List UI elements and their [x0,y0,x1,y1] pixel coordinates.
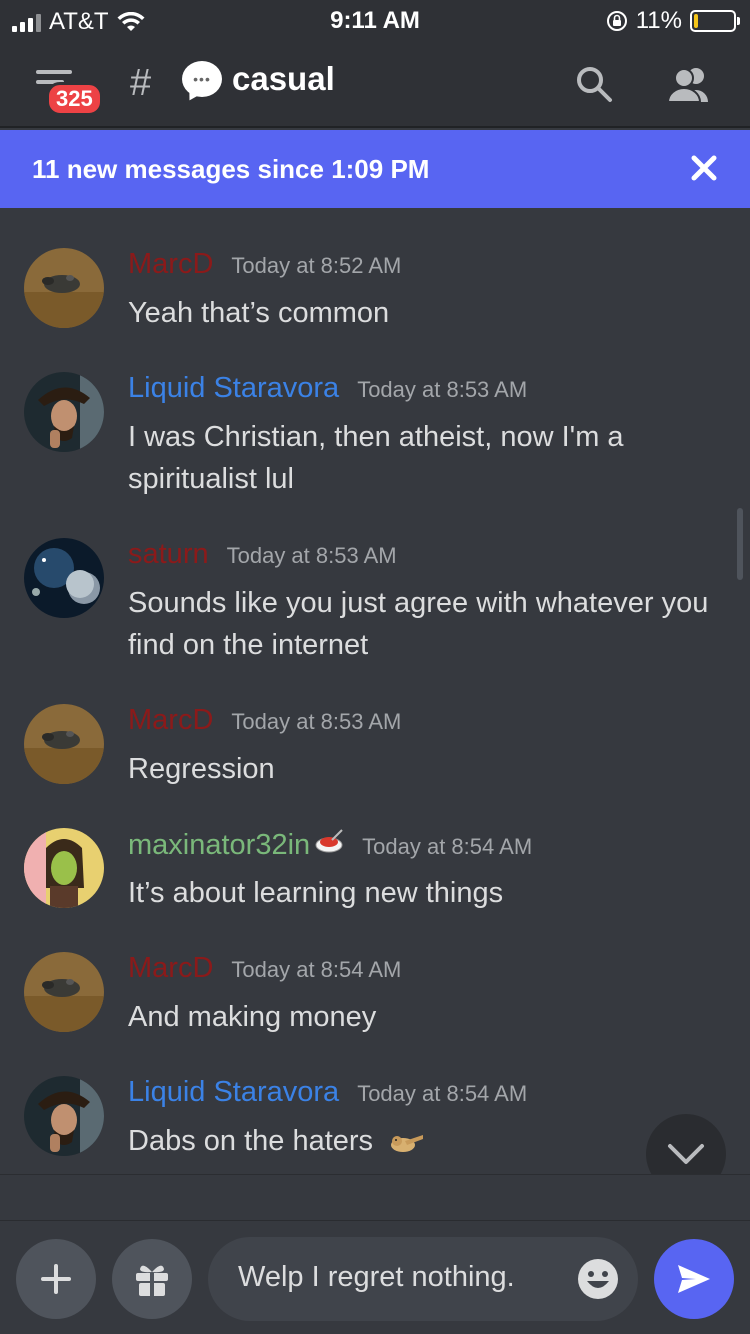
emoji-icon[interactable] [576,1257,620,1301]
message-list[interactable]: MarcD Today at 8:52 AM Yeah that’s commo… [0,208,750,1174]
message-meta: saturn Today at 8:53 AM [128,538,397,571]
author-name[interactable]: MarcD [128,248,213,281]
message-input-value[interactable]: Welp I regret nothing. [238,1261,515,1294]
avatar[interactable] [24,828,104,908]
message-text: Yeah that’s common [128,297,390,329]
close-icon[interactable] [686,150,722,186]
members-icon[interactable] [666,64,712,104]
attach-button[interactable] [16,1239,96,1319]
message-text-body: Dabs on the haters [128,1125,374,1157]
channel-header: 325 # ••• casual [0,42,750,128]
avatar[interactable] [24,372,104,452]
message-text: Dabs on the haters [128,1120,728,1162]
message-meta: MarcD Today at 8:54 AM [128,952,401,985]
avatar[interactable] [24,704,104,784]
send-button[interactable] [654,1239,734,1319]
new-messages-text: 11 new messages since 1:09 PM [32,154,430,184]
status-bar: AT&T 9:11 AM 11% [0,0,750,42]
gift-button[interactable] [112,1239,192,1319]
spaghetti-emoji-icon [315,829,343,853]
message-text: Sounds like you just agree with whatever… [128,587,709,661]
message-text: And making money [128,1001,377,1033]
author-name[interactable]: maxinator32in [128,829,310,862]
timestamp: Today at 8:54 AM [231,957,402,982]
battery-percent: 11% [635,7,682,34]
author-name[interactable]: saturn [128,538,209,571]
battery-icon [690,10,740,32]
scrollbar[interactable] [737,508,743,580]
typing-indicator-area [0,1174,750,1220]
plus-icon [41,1264,71,1294]
timestamp: Today at 8:53 AM [357,377,528,402]
avatar[interactable] [24,248,104,328]
timestamp: Today at 8:54 AM [357,1081,528,1106]
message-meta: maxinator32in Today at 8:54 AM [128,828,532,862]
unread-badge: 325 [46,82,103,116]
message-text: It’s about learning new things [128,877,504,909]
battery-level [694,14,699,28]
timestamp: Today at 8:53 AM [226,543,397,568]
avatar[interactable] [24,1076,104,1156]
message-composer: Welp I regret nothing. [0,1220,750,1334]
send-icon [678,1265,710,1293]
avatar[interactable] [24,538,104,618]
message-meta: MarcD Today at 8:53 AM [128,704,401,737]
avatar[interactable] [24,952,104,1032]
timestamp: Today at 8:53 AM [231,709,402,734]
channel-name: casual [232,60,335,97]
timestamp: Today at 8:52 AM [231,253,402,278]
message-text: Regression [128,753,275,785]
new-messages-bar[interactable]: 11 new messages since 1:09 PM [0,130,750,208]
author-name[interactable]: Liquid Staravora [128,1076,339,1109]
chevron-down-icon [668,1144,704,1164]
search-icon[interactable] [574,64,614,104]
gift-icon [136,1265,168,1296]
author-name[interactable]: Liquid Staravora [128,372,339,405]
message-meta: Liquid Staravora Today at 8:53 AM [128,372,527,405]
dab-emoji-icon [391,1135,424,1153]
status-right: 11% [606,7,740,35]
message-text: I was Christian, then atheist, now I'm a… [128,421,624,495]
message-meta: MarcD Today at 8:52 AM [128,248,401,281]
timestamp: Today at 8:54 AM [362,834,533,859]
channel-title[interactable]: ••• casual [182,60,335,98]
channel-hash-icon: # [130,62,152,104]
author-name[interactable]: MarcD [128,952,213,985]
message-meta: Liquid Staravora Today at 8:54 AM [128,1076,527,1109]
author-name[interactable]: MarcD [128,704,213,737]
rotation-lock-icon [606,11,627,31]
message-input[interactable]: Welp I regret nothing. [208,1237,638,1321]
menu-icon [36,70,72,74]
speech-bubble-icon: ••• [182,61,222,97]
